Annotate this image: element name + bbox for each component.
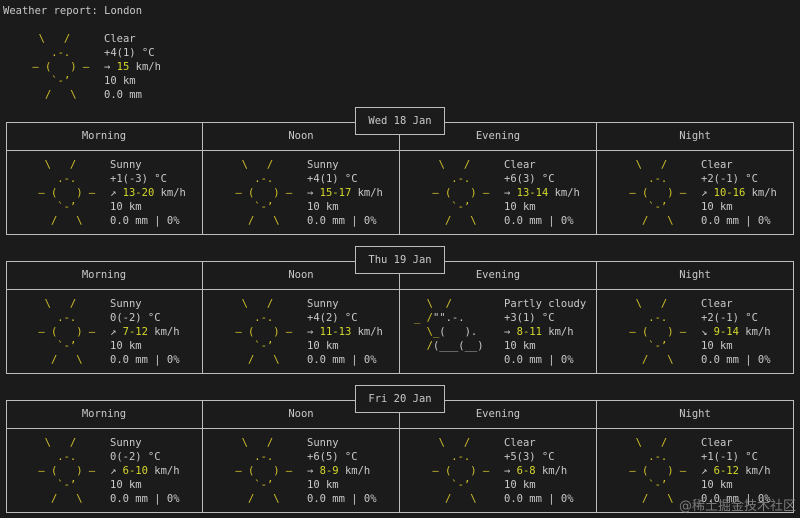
forecast-day: Morning Noon Evening Night Fri 20 Jan \ / .-… [0, 385, 800, 518]
column-header-morning: Morning [81, 408, 127, 420]
table-border-right [793, 261, 794, 374]
forecast-cell-morning: \ / .-. ― ( ) ― `-’ / \ Sunny +1(-3) °C ↗… [6, 158, 202, 240]
sun-icon: \ / .-. ― ( ) ― `-’ / \ [629, 437, 687, 505]
forecast-cell-night: \ / .-. ― ( ) ― `-’ / \ Clear +2(-1) °C ↘… [597, 297, 793, 379]
forecast-info: Partly cloudy +3(1) °C → 8-11 km/h 10 km… [504, 298, 587, 366]
forecast-info: Clear +1(-1) °C ↗ 6-12 km/h 10 km 0.0 mm… [701, 437, 771, 505]
column-header-night: Night [679, 130, 711, 142]
forecast-info: Sunny 0(-2) °C ↗ 7-12 km/h 10 km 0.0 mm … [110, 298, 180, 366]
table-border-right [793, 400, 794, 513]
column-header-night: Night [679, 408, 711, 420]
forecast-info: Sunny +1(-3) °C ↗ 13-20 km/h 10 km 0.0 m… [110, 159, 186, 227]
forecast-day: Morning Noon Evening Night Wed 18 Jan \ / .-… [0, 107, 800, 240]
sun-icon: \ / .-. ― ( ) ― `-’ / \ [432, 437, 490, 505]
forecast-cell-noon: \ / .-. ― ( ) ― `-’ / \ Sunny +4(1) °C → … [203, 158, 399, 240]
forecast-cell-noon: \ / .-. ― ( ) ― `-’ / \ Sunny +4(2) °C → … [203, 297, 399, 379]
watermark: @稀土掘金技术社区 [678, 499, 796, 514]
forecast-info: Sunny +4(2) °C → 11-13 km/h 10 km 0.0 mm… [307, 298, 383, 366]
table-border-right [793, 122, 794, 235]
current-weather: \ / .-. ― ( ) ― `-’ / \ Clear +4(1) °C →… [0, 32, 200, 102]
forecast-info: Clear +2(-1) °C ↗ 10-16 km/h 10 km 0.0 m… [701, 159, 777, 227]
forecast-cell-morning: \ / .-. ― ( ) ― `-’ / \ Sunny 0(-2) °C ↗ … [6, 297, 202, 379]
forecast-day: Morning Noon Evening Night Thu 19 Jan \ / .-… [0, 246, 800, 379]
forecast-cell-morning: \ / .-. ― ( ) ― `-’ / \ Sunny 0(-2) °C ↗ … [6, 436, 202, 518]
forecast-cell-evening: \ / .-. ― ( ) ― `-’ / \ Clear +6(3) °C → … [400, 158, 596, 240]
sun-icon: \ / .-. ― ( ) ― `-’ / \ [235, 159, 293, 227]
forecast-info: Sunny +6(5) °C → 8-9 km/h 10 km 0.0 mm |… [307, 437, 377, 505]
date-label: Thu 19 Jan [355, 246, 445, 274]
sun-icon: \ / .-. ― ( ) ― `-’ / \ [629, 159, 687, 227]
forecast-info: Clear +6(3) °C → 13-14 km/h 10 km 0.0 mm… [504, 159, 580, 227]
table-border-header [6, 150, 794, 151]
sun-icon: \ / .-. ― ( ) ― `-’ / \ [32, 33, 90, 101]
date-label: Wed 18 Jan [355, 107, 445, 135]
partly-cloudy-icon: \ / _ /"".-. \_( ). /(___(__) [414, 298, 484, 352]
report-title: Weather report: London [3, 5, 143, 17]
sun-icon: \ / .-. ― ( ) ― `-’ / \ [432, 159, 490, 227]
current-info: Clear +4(1) °C → 15 km/h 10 km 0.0 mm [104, 33, 161, 101]
forecast-cell-evening: \ / .-. ― ( ) ― `-’ / \ Clear +5(3) °C → … [400, 436, 596, 518]
sun-icon: \ / .-. ― ( ) ― `-’ / \ [38, 298, 96, 366]
sun-icon: \ / .-. ― ( ) ― `-’ / \ [235, 298, 293, 366]
forecast-cell-night: \ / .-. ― ( ) ― `-’ / \ Clear +2(-1) °C ↗… [597, 158, 793, 240]
table-border-header [6, 289, 794, 290]
forecast-cell-evening: \ / _ /"".-. \_( ). /(___(__) Partly clou… [400, 297, 596, 379]
date-label: Fri 20 Jan [355, 385, 445, 413]
sun-icon: \ / .-. ― ( ) ― `-’ / \ [235, 437, 293, 505]
column-header-morning: Morning [81, 130, 127, 142]
sun-icon: \ / .-. ― ( ) ― `-’ / \ [38, 437, 96, 505]
forecast-info: Sunny +4(1) °C → 15-17 km/h 10 km 0.0 mm… [307, 159, 383, 227]
column-header-morning: Morning [81, 269, 127, 281]
sun-icon: \ / .-. ― ( ) ― `-’ / \ [38, 159, 96, 227]
forecast-cell-noon: \ / .-. ― ( ) ― `-’ / \ Sunny +6(5) °C → … [203, 436, 399, 518]
forecast-info: Clear +2(-1) °C ↘ 9-14 km/h 10 km 0.0 mm… [701, 298, 771, 366]
forecast-info: Clear +5(3) °C → 6-8 km/h 10 km 0.0 mm |… [504, 437, 574, 505]
table-border-header [6, 428, 794, 429]
sun-icon: \ / .-. ― ( ) ― `-’ / \ [629, 298, 687, 366]
forecast-info: Sunny 0(-2) °C ↗ 6-10 km/h 10 km 0.0 mm … [110, 437, 180, 505]
column-header-night: Night [679, 269, 711, 281]
